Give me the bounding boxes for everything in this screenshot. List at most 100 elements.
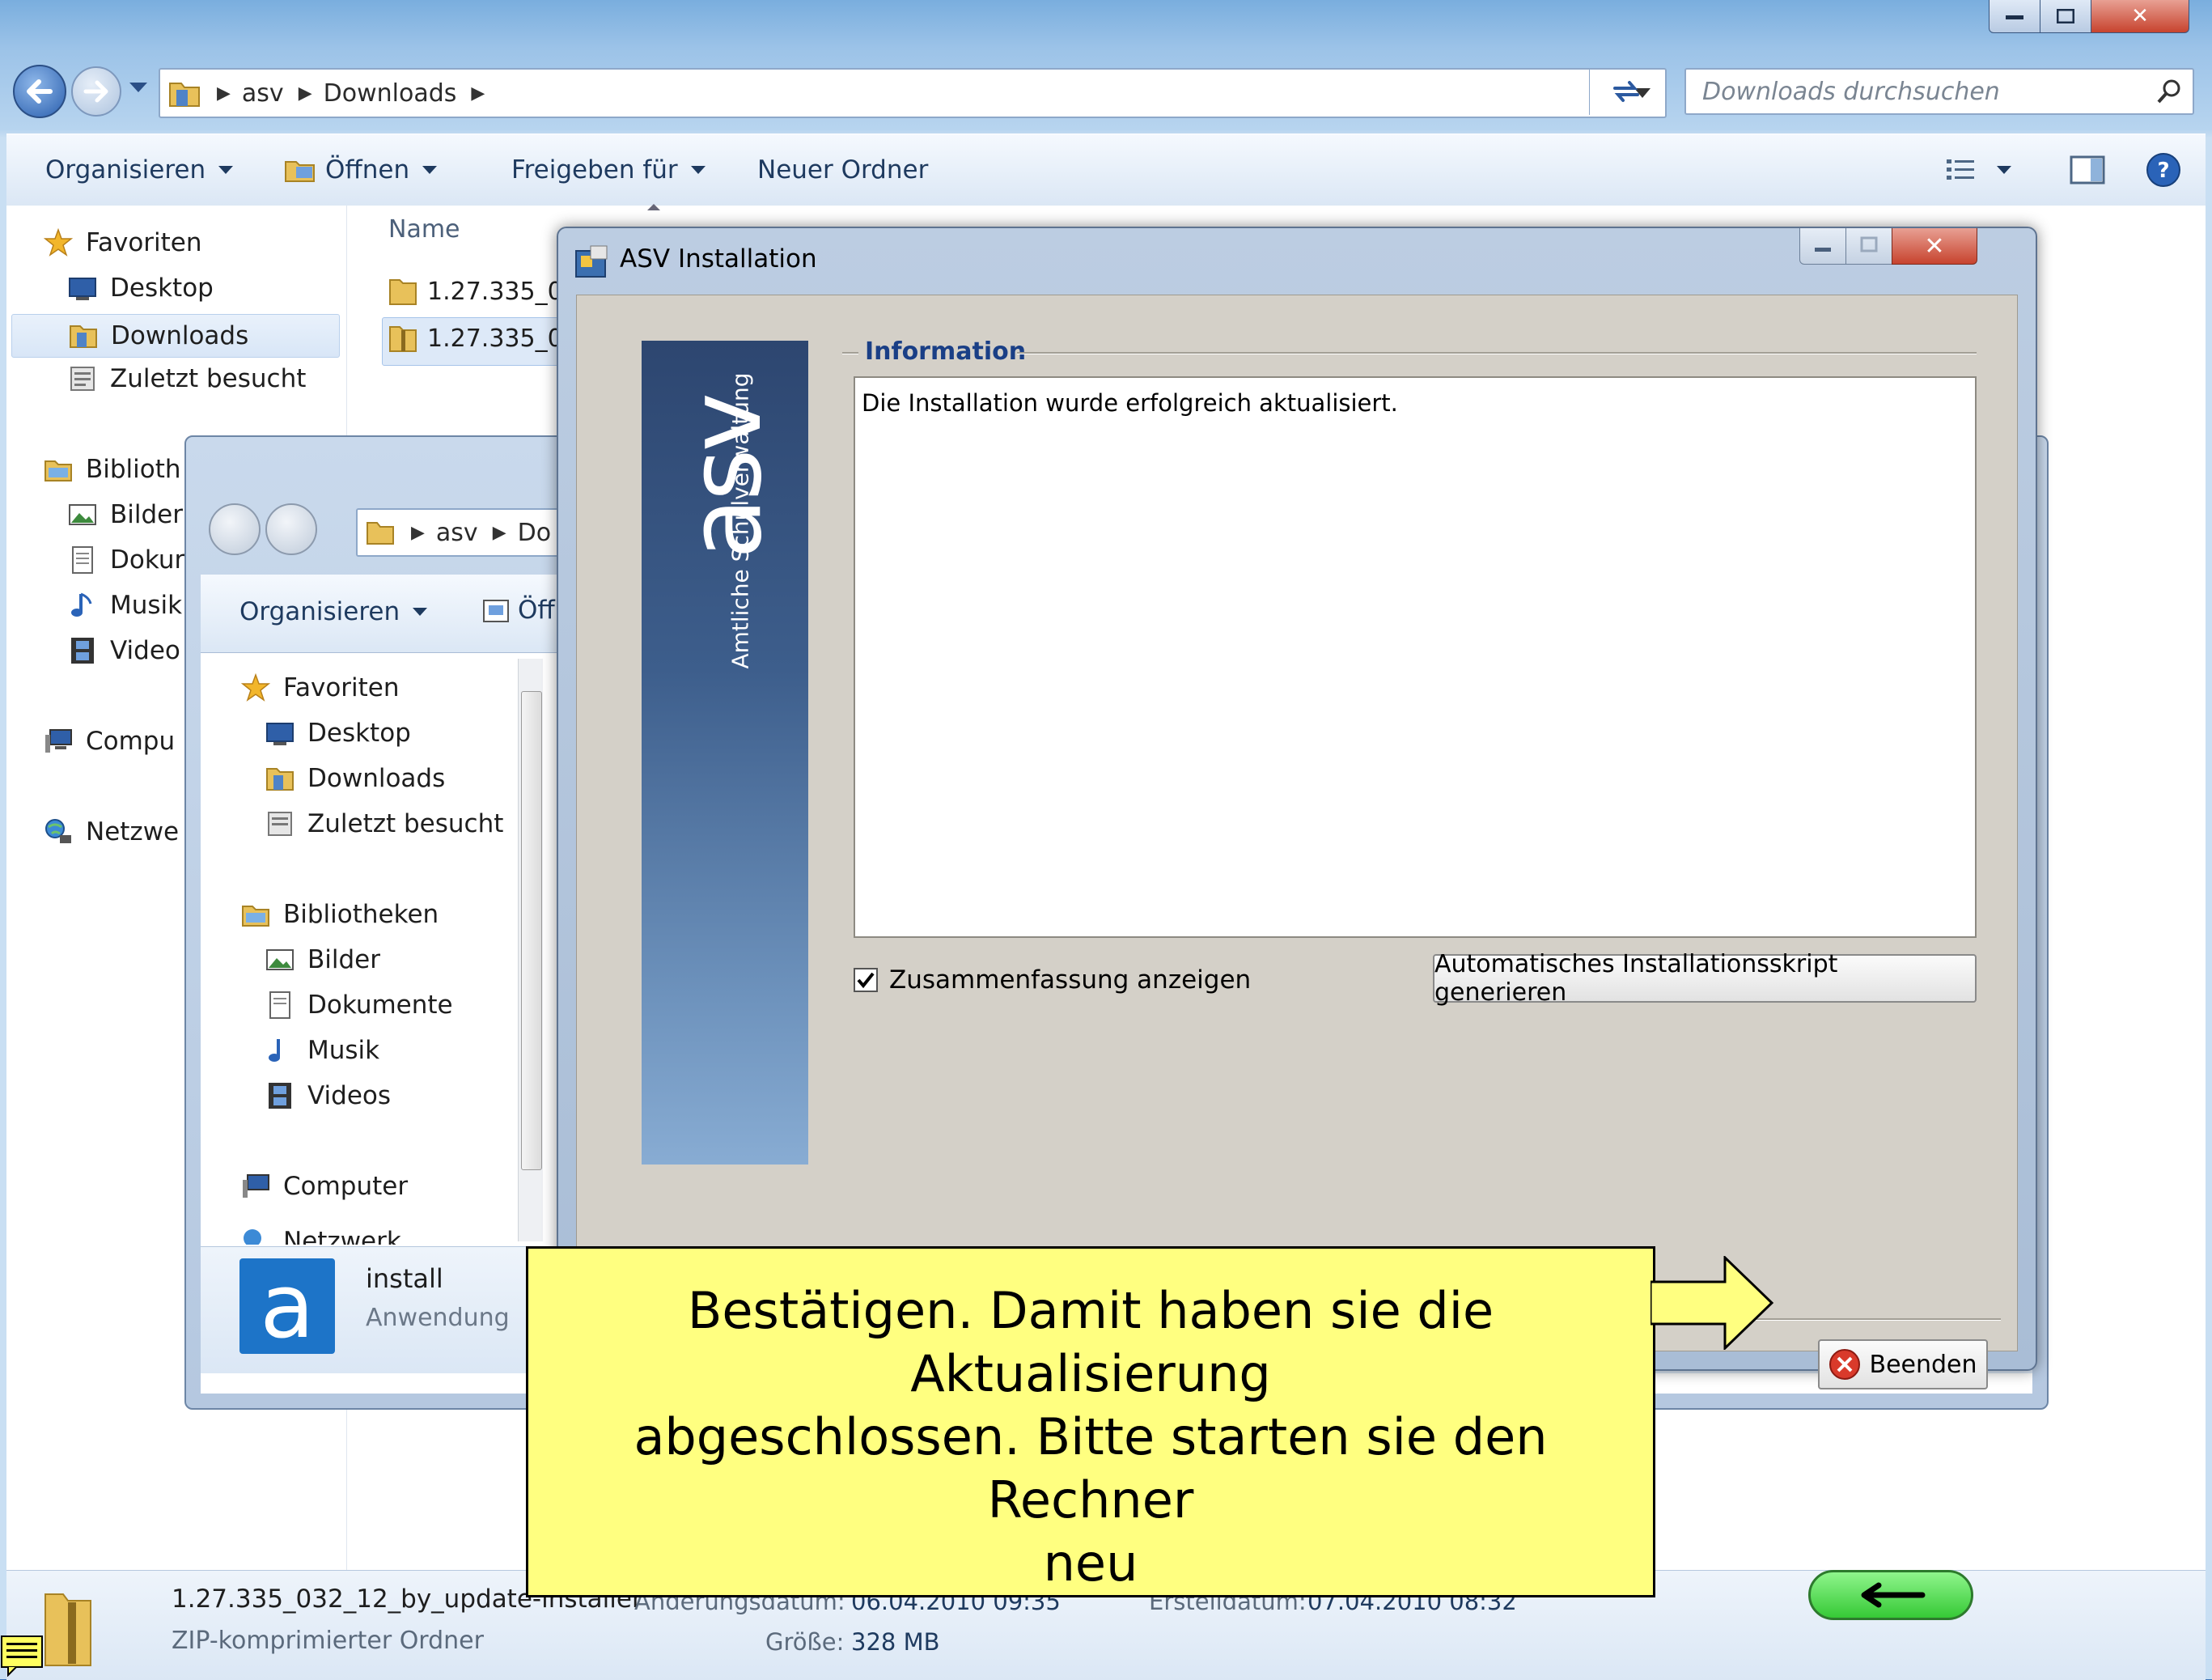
breadcrumb-asv[interactable]: asv [436, 519, 478, 547]
installer-icon [575, 245, 608, 278]
cancel-x-icon [1829, 1349, 1861, 1380]
nav-music[interactable]: Musik [265, 1036, 379, 1065]
videos-icon [269, 1083, 291, 1109]
view-options-button[interactable] [1945, 157, 2011, 183]
breadcrumb-downloads[interactable]: Downloads [324, 79, 457, 108]
sort-ascending-icon [647, 204, 660, 210]
nav-pictures[interactable]: Bilder [68, 500, 183, 529]
checkbox-label: Zusammenfassung anzeigen [889, 965, 1252, 995]
desktop-icon [266, 723, 294, 745]
nav-computer[interactable]: Compu [44, 727, 175, 756]
file-item[interactable]: 1.27.335_03 [388, 275, 578, 308]
nav-recent[interactable]: Zuletzt besucht [265, 809, 503, 838]
nav-network[interactable]: Netzwe [44, 817, 179, 846]
breadcrumb-asv[interactable]: asv [242, 79, 284, 108]
details-size-value: 328 MB [851, 1628, 940, 1656]
summary-checkbox[interactable]: Zusammenfassung anzeigen [854, 965, 1251, 995]
library-icon [242, 906, 269, 927]
back-arrow-icon [27, 79, 53, 104]
organize-menu[interactable]: Organisieren [45, 155, 234, 185]
help-button[interactable]: ? [2146, 152, 2181, 188]
nav-videos[interactable]: Videos [265, 1081, 391, 1110]
help-icon: ? [2146, 153, 2180, 187]
search-box[interactable]: Downloads durchsuchen [1684, 68, 2194, 115]
close-button[interactable]: ✕ [2091, 0, 2189, 33]
dialog-close-button[interactable]: ✕ [1892, 228, 1977, 265]
nav-documents[interactable]: Dokumente [265, 991, 453, 1020]
documents-icon [72, 546, 93, 574]
new-folder-button[interactable]: Neuer Ordner [757, 155, 928, 185]
music-icon [269, 1039, 280, 1062]
library-icon [44, 460, 72, 482]
organize-label: Organisieren [45, 155, 206, 185]
maximize-button[interactable] [2040, 0, 2091, 33]
command-bar: Organisieren Öffnen Freigeben für Neuer … [6, 134, 2206, 206]
tutorial-back-button[interactable] [1808, 1570, 1973, 1620]
nav-desktop[interactable]: Desktop [265, 719, 411, 748]
back-button[interactable] [209, 503, 261, 555]
share-menu[interactable]: Freigeben für [511, 155, 706, 185]
nav-documents[interactable]: Dokur [68, 545, 184, 575]
nav-libraries[interactable]: Bibliotheken [241, 900, 439, 929]
star-icon [241, 673, 270, 702]
address-bar[interactable]: ▶ asv ▶ Downloads ▶ [159, 68, 1667, 118]
nav-pictures[interactable]: Bilder [265, 945, 380, 974]
view-list-icon [1947, 159, 1974, 180]
open-menu[interactable]: Öffnen [283, 155, 438, 185]
refresh-button[interactable] [1589, 68, 1663, 115]
tutorial-callout: Bestätigen. Damit haben sie die Aktualis… [526, 1246, 1655, 1597]
finish-button[interactable]: Beenden [1818, 1339, 1988, 1389]
asv-banner: asv Amtliche Schulverwaltung [642, 341, 808, 1165]
details-size-label: Größe: [765, 1628, 845, 1656]
forward-button[interactable] [71, 66, 121, 117]
information-text[interactable]: Die Installation wurde erfolgreich aktua… [854, 376, 1977, 938]
nav-scrollbar[interactable] [518, 659, 543, 1241]
refresh-icon [1613, 81, 1639, 102]
preview-pane-icon [2070, 155, 2105, 185]
details-type: ZIP-komprimierter Ordner [172, 1627, 484, 1655]
nav-network[interactable]: Netzwerk [241, 1227, 401, 1245]
nav-downloads[interactable]: Downloads [265, 764, 445, 793]
history-dropdown[interactable] [129, 83, 147, 92]
column-header-name[interactable]: Name [388, 215, 460, 244]
group-title: Information [865, 337, 1027, 366]
svg-text:?: ? [2157, 159, 2169, 183]
nav-desktop[interactable]: Desktop [68, 274, 214, 303]
file-item-zip[interactable]: 1.27.335_03 [388, 322, 578, 354]
pictures-icon [69, 504, 96, 525]
back-button[interactable] [13, 65, 66, 118]
nav-downloads[interactable]: Downloads [11, 314, 340, 358]
forward-button[interactable] [265, 503, 317, 555]
computer-icon [45, 729, 72, 753]
generate-script-button[interactable]: Automatisches Installationsskript generi… [1433, 950, 1977, 1007]
preview-pane-button[interactable] [2070, 155, 2105, 185]
music-icon [71, 592, 92, 617]
open-menu[interactable]: Öff [481, 596, 555, 625]
breadcrumb-downloads[interactable]: Do [518, 519, 551, 547]
open-folder-icon [285, 161, 315, 182]
nav-computer[interactable]: Computer [241, 1172, 408, 1201]
nav-favorites[interactable]: Favoriten [44, 228, 202, 257]
selected-file-name: install [366, 1263, 443, 1294]
nav-favorites[interactable]: Favoriten [241, 673, 400, 702]
dialog-minimize-button[interactable] [1799, 228, 1846, 265]
forward-arrow-icon [83, 80, 108, 103]
note-icon[interactable] [0, 1635, 45, 1677]
nav-recent[interactable]: Zuletzt besucht [68, 364, 306, 393]
pictures-icon [266, 949, 294, 970]
recent-places-icon [70, 367, 95, 391]
asv-banner-text: Amtliche Schulverwaltung [727, 372, 754, 669]
asv-installation-dialog: ASV Installation ✕ asv Amtliche Schulver… [557, 227, 2037, 1389]
new-folder-label: Neuer Ordner [757, 155, 929, 185]
computer-icon [243, 1174, 269, 1198]
scrollbar-thumb[interactable] [521, 691, 542, 1170]
downloads-folder-icon [70, 325, 97, 348]
dialog-maximize-button[interactable] [1845, 228, 1892, 265]
nav-libraries[interactable]: Biblioth [44, 455, 181, 484]
search-placeholder: Downloads durchsuchen [1702, 77, 2000, 106]
minimize-button[interactable] [1989, 0, 2040, 33]
folder-icon [169, 83, 200, 107]
organize-menu[interactable]: Organisieren [239, 597, 428, 626]
nav-videos[interactable]: Video [68, 636, 180, 665]
nav-music[interactable]: Musik [68, 591, 182, 620]
